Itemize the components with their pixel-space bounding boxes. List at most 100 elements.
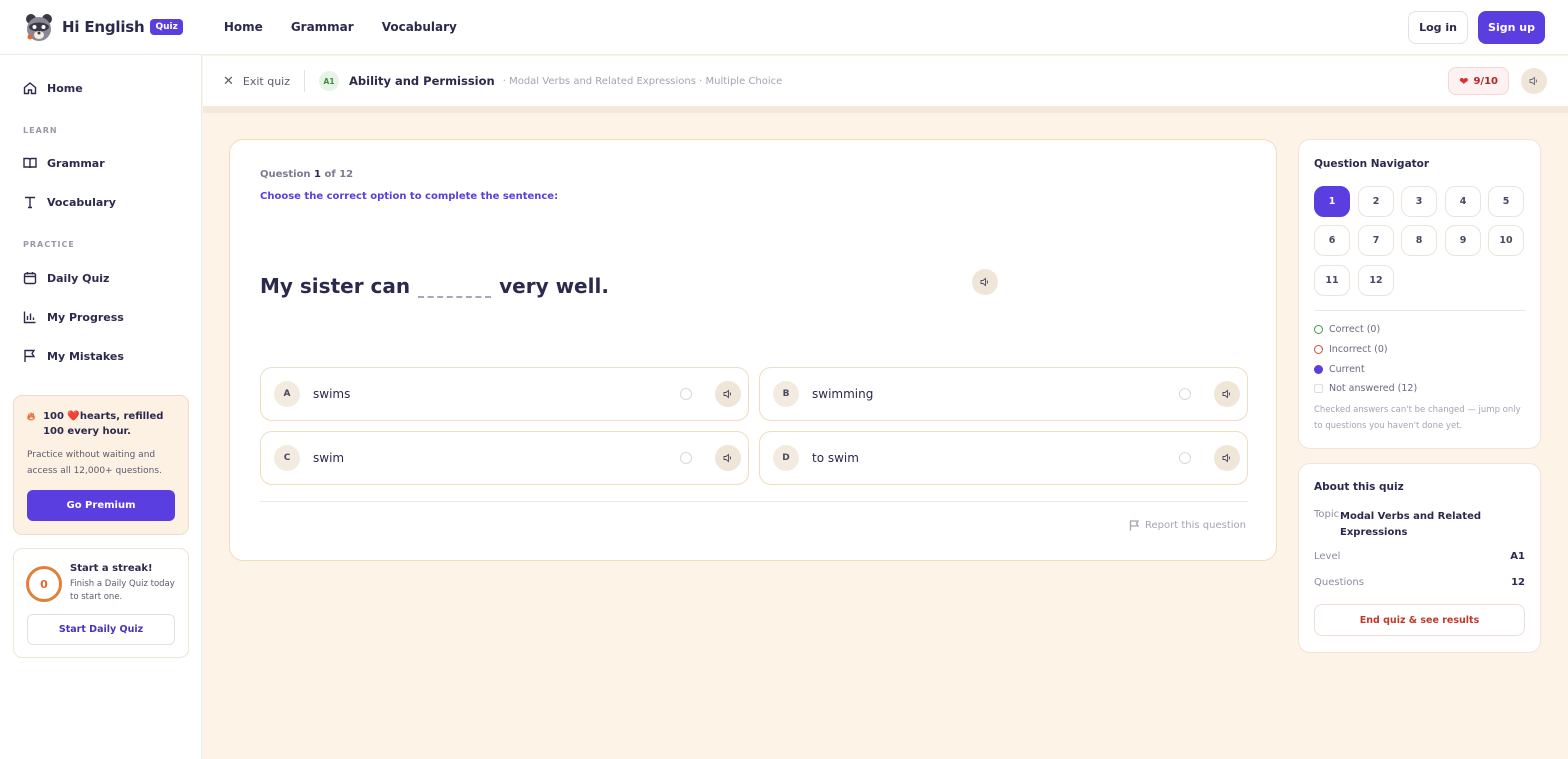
level-value: A1 <box>1510 551 1525 562</box>
speaker-icon <box>1529 76 1537 86</box>
navigator-note: Checked answers can't be changed — jump … <box>1314 405 1521 431</box>
question-nav-1[interactable]: 1 <box>1314 186 1350 217</box>
legend-incorrect: Incorrect (0) <box>1314 344 1388 355</box>
flag-icon <box>24 349 36 362</box>
start-daily-quiz-button[interactable]: Start Daily Quiz <box>27 614 175 645</box>
topnav-vocabulary-link[interactable]: Vocabulary <box>382 20 457 34</box>
text-icon <box>25 196 35 209</box>
heart-icon: ❤ <box>1459 74 1469 88</box>
topnav-home-link[interactable]: Home <box>224 20 263 34</box>
play-option-button[interactable] <box>1214 445 1240 471</box>
sidebar-heading-practice: PRACTICE <box>23 240 75 249</box>
signup-button[interactable]: Sign up <box>1478 10 1545 44</box>
sidebar-item-label: Vocabulary <box>47 195 116 209</box>
question-nav-12[interactable]: 12 <box>1358 265 1394 296</box>
topic-value: Modal Verbs and Related Expressions <box>1340 511 1482 538</box>
topnav-grammar-link[interactable]: Grammar <box>291 20 354 34</box>
play-option-button[interactable] <box>715 381 741 407</box>
option-d[interactable]: D to swim <box>759 431 1248 485</box>
sidebar-item-label: My Progress <box>47 310 124 324</box>
about-questions-row: Questions 12 <box>1314 577 1525 588</box>
play-option-button[interactable] <box>715 445 741 471</box>
sidebar-item-grammar[interactable]: Grammar <box>23 153 105 173</box>
legend-label: Current <box>1329 364 1365 375</box>
divider <box>260 501 1248 502</box>
brand-name: Hi English <box>62 18 145 36</box>
premium-title: 🔥︎ 100 ❤️hearts, refilled 100 every hour… <box>27 409 175 439</box>
book-icon <box>23 157 37 169</box>
question-card: Question 1 of 12 Choose the correct opti… <box>229 139 1277 561</box>
question-navigator: Question Navigator 1 2 3 4 5 6 7 8 9 10 … <box>1298 139 1541 449</box>
question-nav-7[interactable]: 7 <box>1358 225 1394 256</box>
option-radio[interactable] <box>680 388 692 400</box>
question-nav-9[interactable]: 9 <box>1445 225 1481 256</box>
about-title: About this quiz <box>1314 481 1404 493</box>
play-sentence-button[interactable] <box>972 269 998 295</box>
question-label: Question <box>260 169 311 180</box>
question-nav-4[interactable]: 4 <box>1445 186 1481 217</box>
legend-not-answered: Not answered (12) <box>1314 383 1417 394</box>
option-a[interactable]: A swims <box>260 367 749 421</box>
brand[interactable]: Hi English Quiz <box>24 12 183 42</box>
speaker-icon <box>723 389 731 399</box>
sidebar-item-label: Grammar <box>47 156 105 170</box>
option-text: swim <box>313 451 345 465</box>
play-option-button[interactable] <box>1214 381 1240 407</box>
option-b[interactable]: B swimming <box>759 367 1248 421</box>
question-nav-10[interactable]: 10 <box>1488 225 1524 256</box>
option-letter: A <box>274 381 300 407</box>
question-sentence: My sister can very well. <box>260 272 609 298</box>
progress-strip <box>203 107 1568 113</box>
option-text: to swim <box>812 451 859 465</box>
divider <box>304 70 306 92</box>
level-badge: A1 <box>319 71 340 91</box>
sidebar-item-label: Daily Quiz <box>47 271 110 285</box>
legend-current: Current <box>1314 364 1365 375</box>
option-radio[interactable] <box>1179 388 1191 400</box>
end-quiz-button[interactable]: End quiz & see results <box>1314 604 1525 636</box>
sidebar-item-daily-quiz[interactable]: Daily Quiz <box>23 268 109 288</box>
option-radio[interactable] <box>1179 452 1191 464</box>
question-nav-5[interactable]: 5 <box>1488 186 1524 217</box>
question-nav-3[interactable]: 3 <box>1401 186 1437 217</box>
streak-card: 0 Start a streak! Finish a Daily Quiz to… <box>13 548 189 658</box>
current-dot-icon <box>1314 365 1323 374</box>
question-nav-2[interactable]: 2 <box>1358 186 1394 217</box>
bar-chart-icon <box>23 311 36 324</box>
streak-title: Start a streak! <box>70 563 153 574</box>
speaker-icon <box>1222 453 1230 463</box>
sidebar-item-my-progress[interactable]: My Progress <box>23 307 124 327</box>
question-prompt: Choose the correct option to complete th… <box>260 191 559 202</box>
sidebar-item-home[interactable]: Home <box>23 78 83 98</box>
go-premium-button[interactable]: Go Premium <box>27 490 175 521</box>
question-nav-8[interactable]: 8 <box>1401 225 1437 256</box>
report-label: Report this question <box>1145 520 1246 531</box>
sound-toggle-button[interactable] <box>1521 68 1547 94</box>
login-button[interactable]: Log in <box>1408 10 1468 44</box>
streak-text: Start a streak! Finish a Daily Quiz toda… <box>70 563 180 604</box>
report-question-link[interactable]: Report this question <box>1129 520 1246 531</box>
sidebar-item-my-mistakes[interactable]: My Mistakes <box>23 346 124 366</box>
option-letter: D <box>773 445 799 471</box>
quiz-title: Ability and Permission <box>349 74 495 88</box>
question-nav-11[interactable]: 11 <box>1314 265 1350 296</box>
sentence-before-blank: My sister can <box>260 274 411 298</box>
answer-blank <box>418 272 492 298</box>
sidebar-item-label: Home <box>47 81 83 95</box>
option-radio[interactable] <box>680 452 692 464</box>
sidebar-item-vocabulary[interactable]: Vocabulary <box>23 192 116 212</box>
option-c[interactable]: C swim <box>260 431 749 485</box>
close-icon: ✕ <box>223 73 234 89</box>
hearts-counter: ❤ 9/10 <box>1448 67 1509 95</box>
option-letter: B <box>773 381 799 407</box>
speaker-icon <box>980 277 988 287</box>
flame-icon: 🔥︎ <box>27 410 36 423</box>
sidebar: Home LEARN Grammar Vocabulary PRACTICE D… <box>0 55 202 759</box>
option-text: swims <box>313 387 351 401</box>
exit-quiz-button[interactable]: ✕ Exit quiz <box>223 74 290 89</box>
sidebar-item-label: My Mistakes <box>47 349 124 363</box>
not-answered-dot-icon <box>1314 384 1323 393</box>
question-nav-6[interactable]: 6 <box>1314 225 1350 256</box>
sentence-after-blank: very well. <box>499 274 609 298</box>
legend-label: Not answered (12) <box>1329 383 1418 394</box>
